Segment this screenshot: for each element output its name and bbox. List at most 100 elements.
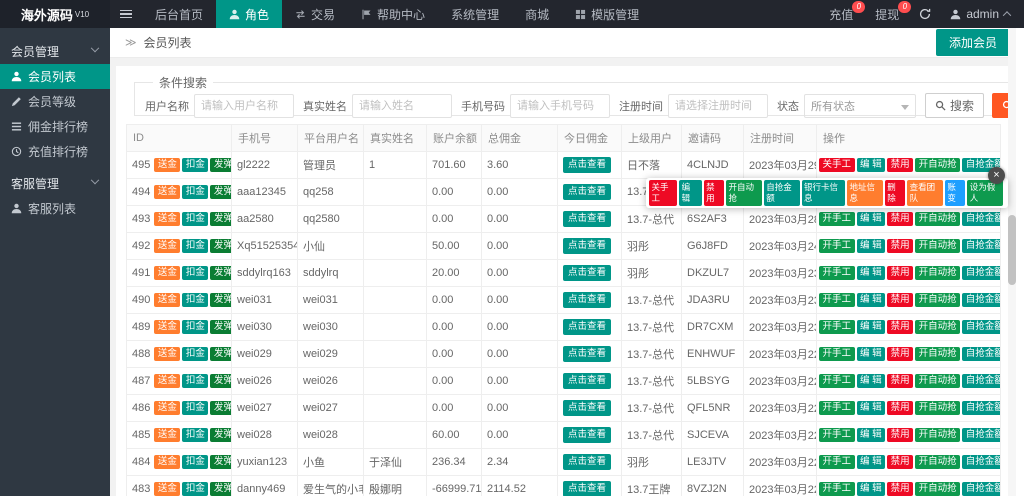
auto-grab-button[interactable]: 开自动抢 bbox=[915, 292, 961, 308]
grab-amount-button[interactable]: 自抢金额 bbox=[962, 481, 1000, 496]
grab-amount-button[interactable]: 自抢金额 bbox=[962, 265, 1000, 281]
disable-button[interactable]: 禁用 bbox=[887, 292, 914, 308]
auto-grab-button[interactable]: 开自动抢 bbox=[915, 481, 961, 496]
edit-button[interactable]: 编 辑 bbox=[856, 427, 886, 443]
auto-grab-button[interactable]: 开自动抢 bbox=[915, 319, 961, 335]
sidebar-item-1-4[interactable]: 充值排行榜 bbox=[0, 139, 110, 164]
disable-button[interactable]: 禁用 bbox=[887, 481, 914, 496]
disable-button[interactable]: 禁用 bbox=[887, 400, 914, 416]
deduct-money-button[interactable]: 扣金 bbox=[182, 454, 209, 470]
send-popup-button[interactable]: 发弹窗 bbox=[210, 292, 231, 308]
auto-grab-button[interactable]: 开自动抢 bbox=[915, 427, 961, 443]
popup-action-3[interactable]: 禁用 bbox=[703, 180, 724, 206]
disable-button[interactable]: 禁用 bbox=[887, 211, 914, 227]
popup-action-11[interactable]: 设为假人 bbox=[967, 180, 1004, 206]
disable-button[interactable]: 禁用 bbox=[887, 373, 914, 389]
send-popup-button[interactable]: 发弹窗 bbox=[210, 238, 231, 254]
view-today-commission-button[interactable]: 点击查看 bbox=[563, 454, 612, 470]
send-money-button[interactable]: 送金 bbox=[154, 238, 181, 254]
grab-amount-button[interactable]: 自抢金额 bbox=[962, 211, 1000, 227]
manual-toggle-button[interactable]: 开手工 bbox=[819, 373, 855, 389]
popup-action-9[interactable]: 查看团队 bbox=[907, 180, 943, 206]
popup-action-4[interactable]: 开自动抢 bbox=[725, 180, 762, 206]
manual-toggle-button[interactable]: 开手工 bbox=[819, 481, 855, 496]
send-money-button[interactable]: 送金 bbox=[154, 211, 181, 227]
send-money-button[interactable]: 送金 bbox=[154, 454, 181, 470]
close-icon[interactable]: × bbox=[988, 167, 1005, 184]
send-money-button[interactable]: 送金 bbox=[154, 346, 181, 362]
view-today-commission-button[interactable]: 点击查看 bbox=[563, 265, 612, 281]
edit-button[interactable]: 编 辑 bbox=[856, 292, 886, 308]
view-today-commission-button[interactable]: 点击查看 bbox=[563, 292, 612, 308]
view-today-commission-button[interactable]: 点击查看 bbox=[563, 211, 612, 227]
deduct-money-button[interactable]: 扣金 bbox=[182, 157, 209, 173]
send-money-button[interactable]: 送金 bbox=[154, 319, 181, 335]
deduct-money-button[interactable]: 扣金 bbox=[182, 427, 209, 443]
disable-button[interactable]: 禁用 bbox=[887, 319, 914, 335]
grab-amount-button[interactable]: 自抢金额 bbox=[962, 373, 1000, 389]
send-money-button[interactable]: 送金 bbox=[154, 373, 181, 389]
status-select[interactable]: 所有状态 bbox=[804, 93, 916, 118]
manual-toggle-button[interactable]: 开手工 bbox=[819, 265, 855, 281]
send-money-button[interactable]: 送金 bbox=[154, 481, 181, 496]
deduct-money-button[interactable]: 扣金 bbox=[182, 238, 209, 254]
quick-link-1[interactable]: 充值 0 bbox=[818, 0, 866, 28]
grab-amount-button[interactable]: 自抢金额 bbox=[962, 319, 1000, 335]
sidebar-group-2[interactable]: 客服管理 bbox=[0, 170, 110, 196]
search-button[interactable]: 搜索 bbox=[925, 93, 985, 118]
disable-button[interactable]: 禁用 bbox=[887, 454, 914, 470]
send-popup-button[interactable]: 发弹窗 bbox=[210, 319, 231, 335]
manual-toggle-button[interactable]: 开手工 bbox=[819, 427, 855, 443]
disable-button[interactable]: 禁用 bbox=[887, 427, 914, 443]
send-popup-button[interactable]: 发弹窗 bbox=[210, 265, 231, 281]
deduct-money-button[interactable]: 扣金 bbox=[182, 373, 209, 389]
auto-grab-button[interactable]: 开自动抢 bbox=[915, 238, 961, 254]
popup-action-7[interactable]: 地址信息 bbox=[846, 180, 883, 206]
send-popup-button[interactable]: 发弹窗 bbox=[210, 211, 231, 227]
manual-toggle-button[interactable]: 开手工 bbox=[819, 292, 855, 308]
nav-item-3[interactable]: 交易 bbox=[282, 0, 348, 28]
auto-grab-button[interactable]: 开自动抢 bbox=[915, 157, 961, 173]
auto-grab-button[interactable]: 开自动抢 bbox=[915, 373, 961, 389]
deduct-money-button[interactable]: 扣金 bbox=[182, 292, 209, 308]
grab-amount-button[interactable]: 自抢金额 bbox=[962, 292, 1000, 308]
deduct-money-button[interactable]: 扣金 bbox=[182, 319, 209, 335]
view-today-commission-button[interactable]: 点击查看 bbox=[563, 157, 612, 173]
send-popup-button[interactable]: 发弹窗 bbox=[210, 427, 231, 443]
send-money-button[interactable]: 送金 bbox=[154, 157, 181, 173]
send-popup-button[interactable]: 发弹窗 bbox=[210, 157, 231, 173]
auto-grab-button[interactable]: 开自动抢 bbox=[915, 265, 961, 281]
disable-button[interactable]: 禁用 bbox=[887, 265, 914, 281]
edit-button[interactable]: 编 辑 bbox=[856, 238, 886, 254]
view-today-commission-button[interactable]: 点击查看 bbox=[563, 373, 612, 389]
manual-toggle-button[interactable]: 开手工 bbox=[819, 238, 855, 254]
manual-toggle-button[interactable]: 关手工 bbox=[819, 157, 855, 173]
disable-button[interactable]: 禁用 bbox=[887, 157, 914, 173]
disable-button[interactable]: 禁用 bbox=[887, 238, 914, 254]
user-menu[interactable]: admin bbox=[940, 0, 1024, 28]
edit-button[interactable]: 编 辑 bbox=[856, 211, 886, 227]
send-popup-button[interactable]: 发弹窗 bbox=[210, 373, 231, 389]
view-today-commission-button[interactable]: 点击查看 bbox=[563, 400, 612, 416]
scrollbar-thumb[interactable] bbox=[1008, 215, 1016, 285]
manual-toggle-button[interactable]: 开手工 bbox=[819, 454, 855, 470]
view-today-commission-button[interactable]: 点击查看 bbox=[563, 238, 612, 254]
grab-amount-button[interactable]: 自抢金额 bbox=[962, 400, 1000, 416]
edit-button[interactable]: 编 辑 bbox=[856, 481, 886, 496]
grab-amount-button[interactable]: 自抢金额 bbox=[962, 427, 1000, 443]
nav-item-1[interactable]: 后台首页 bbox=[142, 0, 216, 28]
popup-action-1[interactable]: 关手工 bbox=[649, 180, 678, 206]
popup-action-10[interactable]: 账变 bbox=[944, 180, 966, 206]
send-popup-button[interactable]: 发弹窗 bbox=[210, 481, 231, 496]
grab-amount-button[interactable]: 自抢金额 bbox=[962, 238, 1000, 254]
nav-item-4[interactable]: 帮助中心 bbox=[348, 0, 438, 28]
manual-toggle-button[interactable]: 开手工 bbox=[819, 346, 855, 362]
edit-button[interactable]: 编 辑 bbox=[856, 400, 886, 416]
popup-action-2[interactable]: 编 辑 bbox=[679, 180, 702, 206]
view-today-commission-button[interactable]: 点击查看 bbox=[563, 184, 612, 200]
disable-button[interactable]: 禁用 bbox=[887, 346, 914, 362]
manual-toggle-button[interactable]: 开手工 bbox=[819, 400, 855, 416]
grab-amount-button[interactable]: 自抢金额 bbox=[962, 346, 1000, 362]
grab-amount-button[interactable]: 自抢金额 bbox=[962, 454, 1000, 470]
search-input-3[interactable] bbox=[510, 93, 610, 118]
